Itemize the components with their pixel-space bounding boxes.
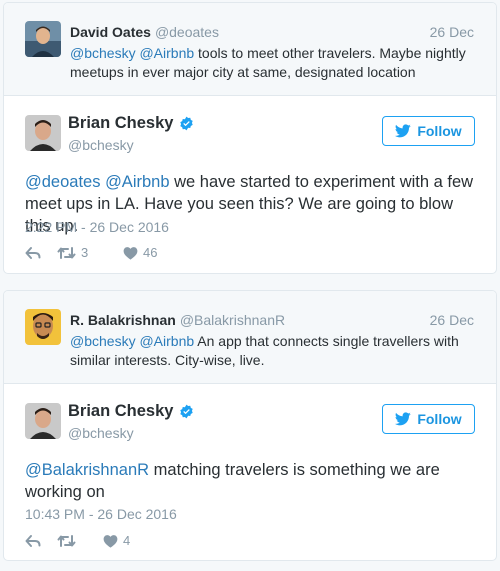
retweet-icon [57, 246, 76, 259]
follow-button[interactable]: Follow [382, 116, 475, 146]
tweet-actions: 4 [25, 533, 130, 548]
author-handle[interactable]: @bchesky [68, 137, 134, 153]
tweet-text: @bchesky @Airbnb tools to meet other tra… [70, 44, 474, 82]
tweet-text: @bchesky @Airbnb An app that connects si… [70, 332, 474, 370]
mention-link[interactable]: @BalakrishnanR [25, 461, 149, 479]
avatar[interactable] [25, 403, 61, 439]
verified-badge-icon [180, 404, 194, 419]
like-count: 4 [123, 533, 131, 548]
mention-link[interactable]: @Airbnb [105, 173, 169, 191]
follow-label: Follow [417, 123, 462, 139]
retweet-button[interactable]: 3 [57, 245, 123, 260]
follow-label: Follow [417, 411, 462, 427]
avatar[interactable] [25, 115, 61, 151]
mention-link[interactable]: @deoates [25, 173, 100, 191]
avatar[interactable] [25, 309, 61, 345]
tweet-date[interactable]: 26 Dec [430, 311, 474, 329]
mention-link[interactable]: @bchesky [70, 45, 136, 61]
follow-button[interactable]: Follow [382, 404, 475, 434]
like-button[interactable]: 46 [123, 245, 157, 260]
author-handle[interactable]: @deoates [155, 24, 219, 40]
reply-icon [25, 246, 41, 259]
tweet-actions: 3 46 [25, 245, 157, 260]
retweet-icon [57, 534, 76, 547]
mention-link[interactable]: @Airbnb [139, 45, 194, 61]
bird-icon [395, 124, 412, 138]
reply-icon [25, 534, 41, 547]
tweet-thread: David Oates @deoates 26 Dec @bchesky @Air… [3, 2, 497, 274]
author-name[interactable]: David Oates [70, 24, 151, 40]
author-handle[interactable]: @bchesky [68, 425, 134, 441]
author-name[interactable]: R. Balakrishnan [70, 312, 176, 328]
tweet-text: @BalakrishnanR matching travelers is som… [25, 459, 476, 503]
reply-button[interactable] [25, 246, 57, 260]
author-handle[interactable]: @BalakrishnanR [180, 312, 285, 328]
mention-link[interactable]: @bchesky [70, 333, 136, 349]
author-name[interactable]: Brian Chesky [68, 114, 173, 133]
tweet-timestamp[interactable]: 10:43 PM - 26 Dec 2016 [25, 506, 177, 522]
tweet-thread: R. Balakrishnan @BalakrishnanR 26 Dec @bc… [3, 290, 497, 561]
retweet-button[interactable] [57, 534, 103, 548]
like-icon [103, 534, 118, 548]
context-tweet[interactable]: David Oates @deoates 26 Dec @bchesky @Air… [4, 3, 496, 96]
context-header: David Oates @deoates 26 Dec [70, 23, 474, 41]
like-count: 46 [143, 245, 158, 260]
author-name-row: Brian Chesky [68, 402, 194, 421]
reply-button[interactable] [25, 534, 57, 548]
avatar[interactable] [25, 21, 61, 57]
like-button[interactable]: 4 [103, 533, 130, 548]
author-name[interactable]: Brian Chesky [68, 402, 173, 421]
context-header: R. Balakrishnan @BalakrishnanR 26 Dec [70, 311, 474, 329]
verified-badge-icon [180, 116, 194, 131]
mention-link[interactable]: @Airbnb [139, 333, 194, 349]
retweet-count: 3 [81, 245, 89, 260]
like-icon [123, 246, 138, 260]
bird-icon [395, 412, 412, 426]
tweet-date[interactable]: 26 Dec [430, 23, 474, 41]
tweet-timestamp[interactable]: 2:22 PM - 26 Dec 2016 [25, 219, 169, 235]
context-tweet[interactable]: R. Balakrishnan @BalakrishnanR 26 Dec @bc… [4, 291, 496, 384]
author-name-row: Brian Chesky [68, 114, 194, 133]
